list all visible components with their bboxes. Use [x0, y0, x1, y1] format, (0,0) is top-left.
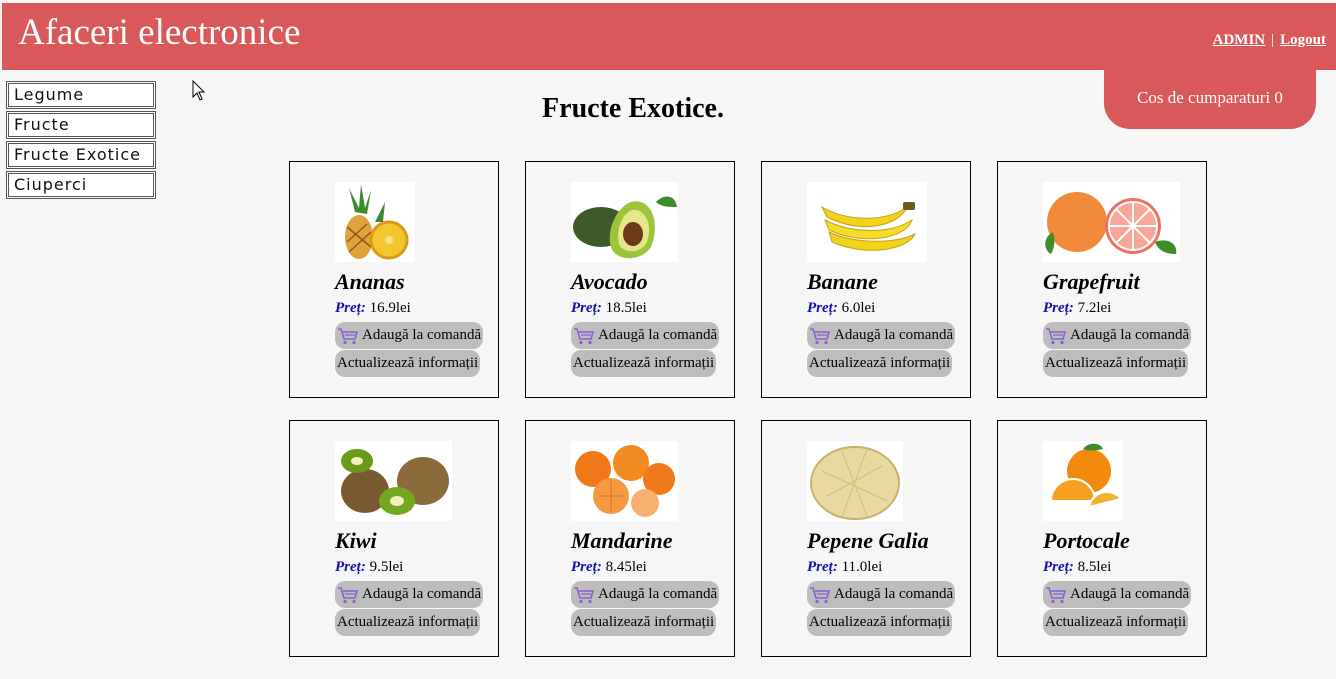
page-title: Fructe Exotice.	[542, 93, 724, 124]
product-price: Preț: 8.45lei	[571, 559, 647, 576]
shopping-cart-icon	[810, 327, 831, 344]
add-to-order-label: Adaugă la comandă	[362, 327, 482, 343]
price-label: Preț:	[807, 300, 838, 316]
update-info-button[interactable]: Actualizează informații	[807, 609, 953, 636]
product-name: Portocale	[1043, 528, 1130, 553]
shopping-cart-icon	[574, 327, 595, 344]
product-card: Banane Preț: 6.0lei Adaugă la comandă Ac…	[761, 161, 971, 398]
add-to-order-button[interactable]: Adaugă la comandă	[807, 322, 956, 349]
price-label: Preț:	[807, 559, 838, 575]
product-price: Preț: 11.0lei	[807, 559, 882, 576]
price-value: 7.2lei	[1077, 300, 1112, 316]
add-to-order-button[interactable]: Adaugă la comandă	[1043, 581, 1192, 608]
melon-image	[807, 441, 903, 521]
avocado-image	[571, 182, 678, 262]
header-bar: Afaceri electronice ADMIN | Logout	[2, 3, 1336, 70]
add-to-order-label: Adaugă la comandă	[598, 586, 718, 602]
shopping-cart-icon	[1046, 327, 1067, 344]
top-links: ADMIN | Logout	[1213, 32, 1326, 49]
shopping-cart-icon	[810, 586, 831, 603]
site-title: Afaceri electronice	[18, 12, 301, 53]
update-info-button[interactable]: Actualizează informații	[335, 609, 481, 636]
add-to-order-label: Adaugă la comandă	[1070, 586, 1190, 602]
product-card: Pepene Galia Preț: 11.0lei Adaugă la com…	[761, 420, 971, 657]
product-card: Grapefruit Preț: 7.2lei Adaugă la comand…	[997, 161, 1207, 398]
product-name: Avocado	[571, 269, 648, 294]
add-to-order-label: Adaugă la comandă	[834, 327, 954, 343]
product-price: Preț: 6.0lei	[807, 300, 875, 317]
link-separator: |	[1271, 32, 1275, 48]
add-to-order-button[interactable]: Adaugă la comandă	[1043, 322, 1192, 349]
add-to-order-button[interactable]: Adaugă la comandă	[571, 581, 720, 608]
kiwi-image	[335, 441, 452, 521]
shopping-cart-icon	[338, 327, 359, 344]
sidebar-item-fructe-exotice[interactable]: Fructe Exotice	[6, 141, 156, 169]
price-value: 18.5lei	[605, 300, 647, 316]
update-info-button[interactable]: Actualizează informații	[571, 609, 717, 636]
product-price: Preț: 7.2lei	[1043, 300, 1111, 317]
add-to-order-label: Adaugă la comandă	[1070, 327, 1190, 343]
shopping-cart-icon	[574, 586, 595, 603]
product-card: Mandarine Preț: 8.45lei Adaugă la comand…	[525, 420, 735, 657]
product-price: Preț: 8.5lei	[1043, 559, 1111, 576]
update-info-button[interactable]: Actualizează informații	[807, 350, 953, 377]
add-to-order-button[interactable]: Adaugă la comandă	[807, 581, 956, 608]
pineapple-image	[335, 182, 415, 262]
price-value: 6.0lei	[841, 300, 876, 316]
product-name: Banane	[807, 269, 878, 294]
admin-link[interactable]: ADMIN	[1213, 32, 1266, 48]
product-card: Kiwi Preț: 9.5lei Adaugă la comandă Actu…	[289, 420, 499, 657]
shopping-cart-icon	[338, 586, 359, 603]
price-label: Preț:	[1043, 559, 1074, 575]
product-card: Avocado Preț: 18.5lei Adaugă la comandă …	[525, 161, 735, 398]
product-card: Ananas Preț: 16.9lei Adaugă la comandă A…	[289, 161, 499, 398]
update-info-button[interactable]: Actualizează informații	[335, 350, 481, 377]
shopping-cart-icon	[1046, 586, 1067, 603]
product-price: Preț: 18.5lei	[571, 300, 647, 317]
orange-image	[1043, 441, 1123, 521]
add-to-order-button[interactable]: Adaugă la comandă	[335, 581, 484, 608]
product-name: Grapefruit	[1043, 269, 1140, 294]
product-price: Preț: 16.9lei	[335, 300, 411, 317]
product-name: Pepene Galia	[807, 528, 929, 553]
mandarin-image	[571, 441, 678, 521]
update-info-button[interactable]: Actualizează informații	[571, 350, 717, 377]
product-price: Preț: 9.5lei	[335, 559, 403, 576]
product-name: Kiwi	[335, 528, 377, 553]
price-value: 9.5lei	[369, 559, 404, 575]
add-to-order-label: Adaugă la comandă	[834, 586, 954, 602]
product-card: Portocale Preț: 8.5lei Adaugă la comandă…	[997, 420, 1207, 657]
add-to-order-label: Adaugă la comandă	[598, 327, 718, 343]
price-label: Preț:	[571, 559, 602, 575]
price-value: 8.5lei	[1077, 559, 1112, 575]
add-to-order-label: Adaugă la comandă	[362, 586, 482, 602]
price-label: Preț:	[335, 300, 366, 316]
price-value: 16.9lei	[369, 300, 411, 316]
product-name: Ananas	[335, 269, 405, 294]
logout-link[interactable]: Logout	[1280, 32, 1326, 48]
price-label: Preț:	[1043, 300, 1074, 316]
add-to-order-button[interactable]: Adaugă la comandă	[335, 322, 484, 349]
update-info-button[interactable]: Actualizează informații	[1043, 350, 1189, 377]
banana-image	[807, 182, 927, 262]
price-label: Preț:	[335, 559, 366, 575]
update-info-button[interactable]: Actualizează informații	[1043, 609, 1189, 636]
grapefruit-image	[1043, 182, 1180, 262]
sidebar-item-ciuperci[interactable]: Ciuperci	[6, 171, 156, 199]
price-value: 11.0lei	[841, 559, 883, 575]
add-to-order-button[interactable]: Adaugă la comandă	[571, 322, 720, 349]
product-name: Mandarine	[571, 528, 673, 553]
price-label: Preț:	[571, 300, 602, 316]
price-value: 8.45lei	[605, 559, 647, 575]
